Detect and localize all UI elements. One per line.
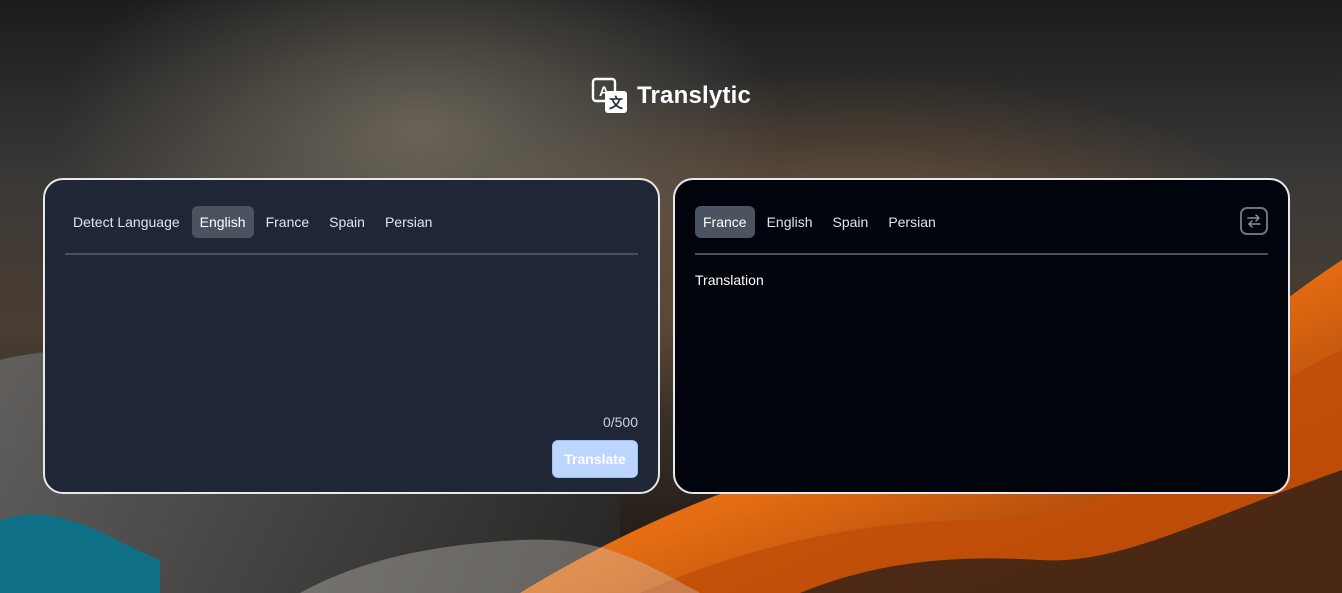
tab-france[interactable]: France	[258, 206, 318, 238]
translation-output: Translation	[695, 272, 764, 288]
app-header: A 文 Translytic	[0, 77, 1342, 115]
character-counter: 0/500	[602, 414, 638, 430]
source-language-tabs: Detect Language English France Spain Per…	[65, 205, 638, 238]
tab-persian[interactable]: Persian	[377, 206, 440, 238]
tab-france[interactable]: France	[695, 205, 755, 238]
tab-spain[interactable]: Spain	[825, 206, 877, 238]
target-divider	[695, 253, 1268, 255]
tab-english[interactable]: English	[759, 206, 821, 238]
source-panel: Detect Language English France Spain Per…	[43, 178, 660, 494]
translate-button[interactable]: Translate	[552, 440, 638, 478]
source-divider	[65, 253, 638, 255]
swap-icon	[1247, 214, 1261, 228]
target-language-tabs: France English Spain Persian	[695, 205, 1268, 238]
swap-languages-button[interactable]	[1240, 207, 1268, 235]
tab-spain[interactable]: Spain	[321, 206, 373, 238]
app-title: Translytic	[636, 82, 752, 109]
svg-text:文: 文	[609, 95, 624, 111]
source-text-input[interactable]	[65, 262, 638, 402]
target-panel: France English Spain Persian Translation	[673, 178, 1290, 494]
tab-persian[interactable]: Persian	[880, 206, 943, 238]
tab-detect-language[interactable]: Detect Language	[65, 206, 188, 238]
tab-english[interactable]: English	[191, 205, 254, 238]
translate-icon: A 文	[591, 77, 627, 113]
